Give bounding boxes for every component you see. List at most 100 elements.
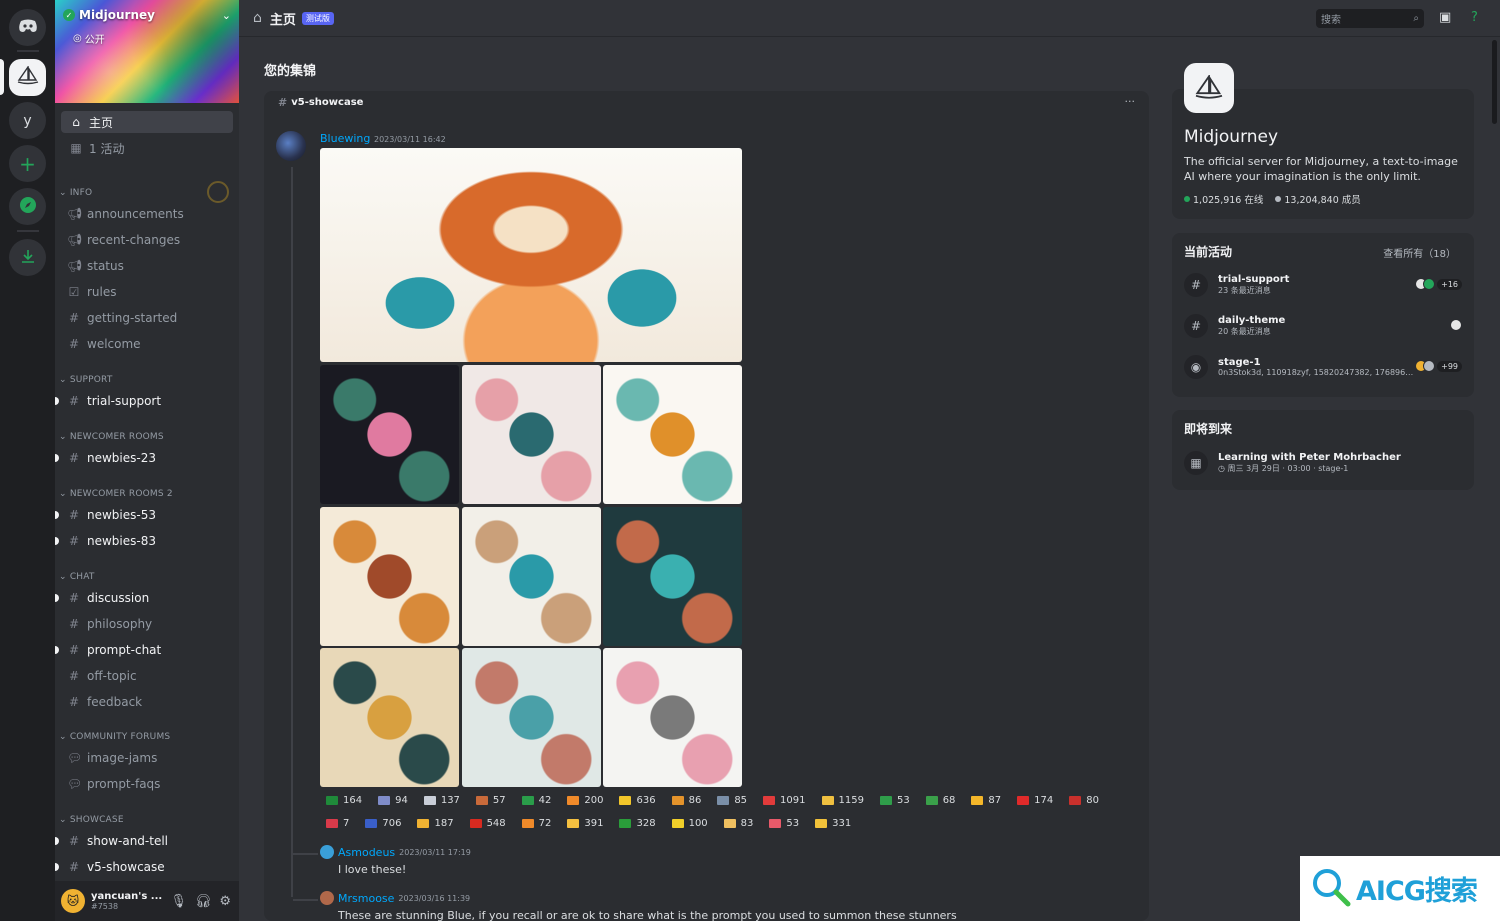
reply-author[interactable]: Mrsmoose <box>338 892 394 905</box>
reaction-chip[interactable]: 328 <box>613 814 661 833</box>
reaction-chip[interactable]: 57 <box>470 791 512 810</box>
reaction-chip[interactable]: 86 <box>666 791 708 810</box>
avatar[interactable] <box>320 891 334 905</box>
channel-rules[interactable]: ☑ rules <box>61 281 233 303</box>
headphones-icon[interactable]: 🎧︎ <box>195 894 212 909</box>
reaction-chip[interactable]: 80 <box>1063 791 1105 810</box>
category-header[interactable]: ⌄ NEWCOMER ROOMS <box>59 432 164 442</box>
hero-image-fox[interactable] <box>320 148 742 362</box>
gear-icon[interactable]: ⚙ <box>219 894 231 909</box>
reaction-chip[interactable]: 636 <box>613 791 661 810</box>
channel-image-jams[interactable]: 💬︎ image-jams <box>61 747 233 769</box>
reaction-chip[interactable]: 7 <box>320 814 355 833</box>
channel-newbies-23[interactable]: # newbies-23 <box>55 447 233 469</box>
active-channel-item[interactable]: # trial-support 23 条最近消息 +16 <box>1184 270 1462 300</box>
active-channel-item[interactable]: ◉ stage-1 0n3Stok3d, 110918zyf, 15820247… <box>1184 352 1462 382</box>
category-header[interactable]: ⌄ COMMUNITY FORUMS <box>59 732 170 742</box>
image-tile[interactable] <box>461 365 601 504</box>
highlight-channel-header[interactable]: # v5-showcase <box>264 91 1149 113</box>
server-banner[interactable]: ✓ Midjourney ⌄ ◎ 公开 <box>55 0 239 103</box>
channel-status[interactable]: 📢︎ status <box>61 255 233 277</box>
channel-welcome[interactable]: # welcome <box>61 333 233 355</box>
reaction-chip[interactable]: 1159 <box>816 791 870 810</box>
reaction-chip[interactable]: 331 <box>809 814 857 833</box>
image-tile[interactable] <box>461 506 601 646</box>
reaction-chip[interactable]: 137 <box>418 791 466 810</box>
channel-philosophy[interactable]: # philosophy <box>61 613 233 635</box>
category-header[interactable]: ⌄ CHAT <box>59 572 95 582</box>
avatar[interactable] <box>320 845 334 859</box>
channel-discussion[interactable]: # discussion <box>55 587 233 609</box>
active-channel-item[interactable]: # daily-theme 20 条最近消息 <box>1184 311 1462 341</box>
reaction-chip[interactable]: 94 <box>372 791 414 810</box>
category-header[interactable]: ⌄ INFO <box>59 188 92 198</box>
image-tile[interactable] <box>320 365 459 504</box>
channel-newbies-53[interactable]: # newbies-53 <box>55 504 233 526</box>
help-icon[interactable]: ? <box>1471 10 1478 25</box>
mute-microphone-icon[interactable]: 🎙︎ <box>170 894 187 909</box>
reply-author[interactable]: Asmodeus <box>338 846 395 859</box>
event-item[interactable]: ▦ Learning with Peter Mohrbacher ◷ 周三 3月… <box>1184 448 1462 478</box>
add-server-button[interactable]: + <box>9 145 46 182</box>
discord-home-button[interactable] <box>9 9 46 46</box>
image-tile[interactable] <box>603 648 742 787</box>
avatar[interactable] <box>276 131 306 161</box>
thread-hash-icon: # <box>68 451 80 465</box>
reaction-chip[interactable]: 87 <box>965 791 1007 810</box>
reaction-chip[interactable]: 200 <box>561 791 609 810</box>
more-options-icon[interactable]: ··· <box>1125 95 1136 108</box>
image-tile[interactable] <box>603 506 742 646</box>
reaction-chip[interactable]: 164 <box>320 791 368 810</box>
view-all-link[interactable]: 查看所有（18） <box>1383 245 1456 260</box>
scrollbar[interactable] <box>1492 40 1497 124</box>
image-tile[interactable] <box>603 365 742 504</box>
username: yancuan's ... <box>91 891 163 902</box>
reaction-chip[interactable]: 391 <box>561 814 609 833</box>
reaction-chip[interactable]: 85 <box>711 791 753 810</box>
channel-prompt-chat[interactable]: # prompt-chat <box>55 639 233 661</box>
inbox-icon[interactable]: ▣ <box>1439 10 1451 25</box>
reaction-chip[interactable]: 53 <box>874 791 916 810</box>
channel-label: philosophy <box>87 617 153 631</box>
channel-trial-support[interactable]: # trial-support <box>55 390 233 412</box>
image-tile[interactable] <box>461 648 601 787</box>
chevron-down-icon[interactable]: ⌄ <box>222 9 231 22</box>
reaction-chip[interactable]: 83 <box>718 814 760 833</box>
channel-announcements[interactable]: 📢︎ announcements <box>61 203 233 225</box>
nav-item[interactable]: ▦ 1 活动 <box>61 137 233 159</box>
avatar[interactable]: 🐱 <box>61 889 85 913</box>
download-apps-button[interactable] <box>9 239 46 276</box>
reaction-chip[interactable]: 100 <box>666 814 714 833</box>
reaction-chip[interactable]: 187 <box>411 814 459 833</box>
message-author[interactable]: Bluewing <box>320 132 370 145</box>
reaction-chip[interactable]: 548 <box>464 814 512 833</box>
reaction-chip[interactable]: 706 <box>359 814 407 833</box>
category-header[interactable]: ⌄ SUPPORT <box>59 375 113 385</box>
reaction-chip[interactable]: 1091 <box>757 791 811 810</box>
channel-getting-started[interactable]: # getting-started <box>61 307 233 329</box>
channel-v5-showcase[interactable]: # v5-showcase <box>55 856 233 878</box>
reaction-chip[interactable]: 174 <box>1011 791 1059 810</box>
channel-label: image-jams <box>87 751 158 765</box>
image-attachment[interactable] <box>320 148 742 788</box>
reaction-chip[interactable]: 72 <box>516 814 558 833</box>
category-header[interactable]: ⌄ NEWCOMER ROOMS 2 <box>59 489 173 499</box>
search-input[interactable]: 搜索 ⌕ <box>1316 9 1424 28</box>
channel-off-topic[interactable]: # off-topic <box>61 665 233 687</box>
reaction-chip[interactable]: 68 <box>920 791 962 810</box>
reaction-chip[interactable]: 53 <box>763 814 805 833</box>
channel-feedback[interactable]: # feedback <box>61 691 233 713</box>
channel-newbies-83[interactable]: # newbies-83 <box>55 530 233 552</box>
explore-servers-button[interactable] <box>9 188 46 225</box>
channel-show-and-tell[interactable]: # show-and-tell <box>55 830 233 852</box>
server-midjourney-button[interactable] <box>9 59 46 96</box>
image-tile[interactable] <box>320 506 459 646</box>
server-y-button[interactable]: y <box>9 102 46 139</box>
channel-recent-changes[interactable]: 📢︎ recent-changes <box>61 229 233 251</box>
image-tile[interactable] <box>320 648 459 787</box>
channel-prompt-faqs[interactable]: 💬︎ prompt-faqs <box>61 773 233 795</box>
nav-item[interactable]: ⌂ 主页 <box>61 111 233 133</box>
megaphone-icon: 📢︎ <box>67 233 83 247</box>
reaction-chip[interactable]: 42 <box>516 791 558 810</box>
category-header[interactable]: ⌄ SHOWCASE <box>59 815 124 825</box>
